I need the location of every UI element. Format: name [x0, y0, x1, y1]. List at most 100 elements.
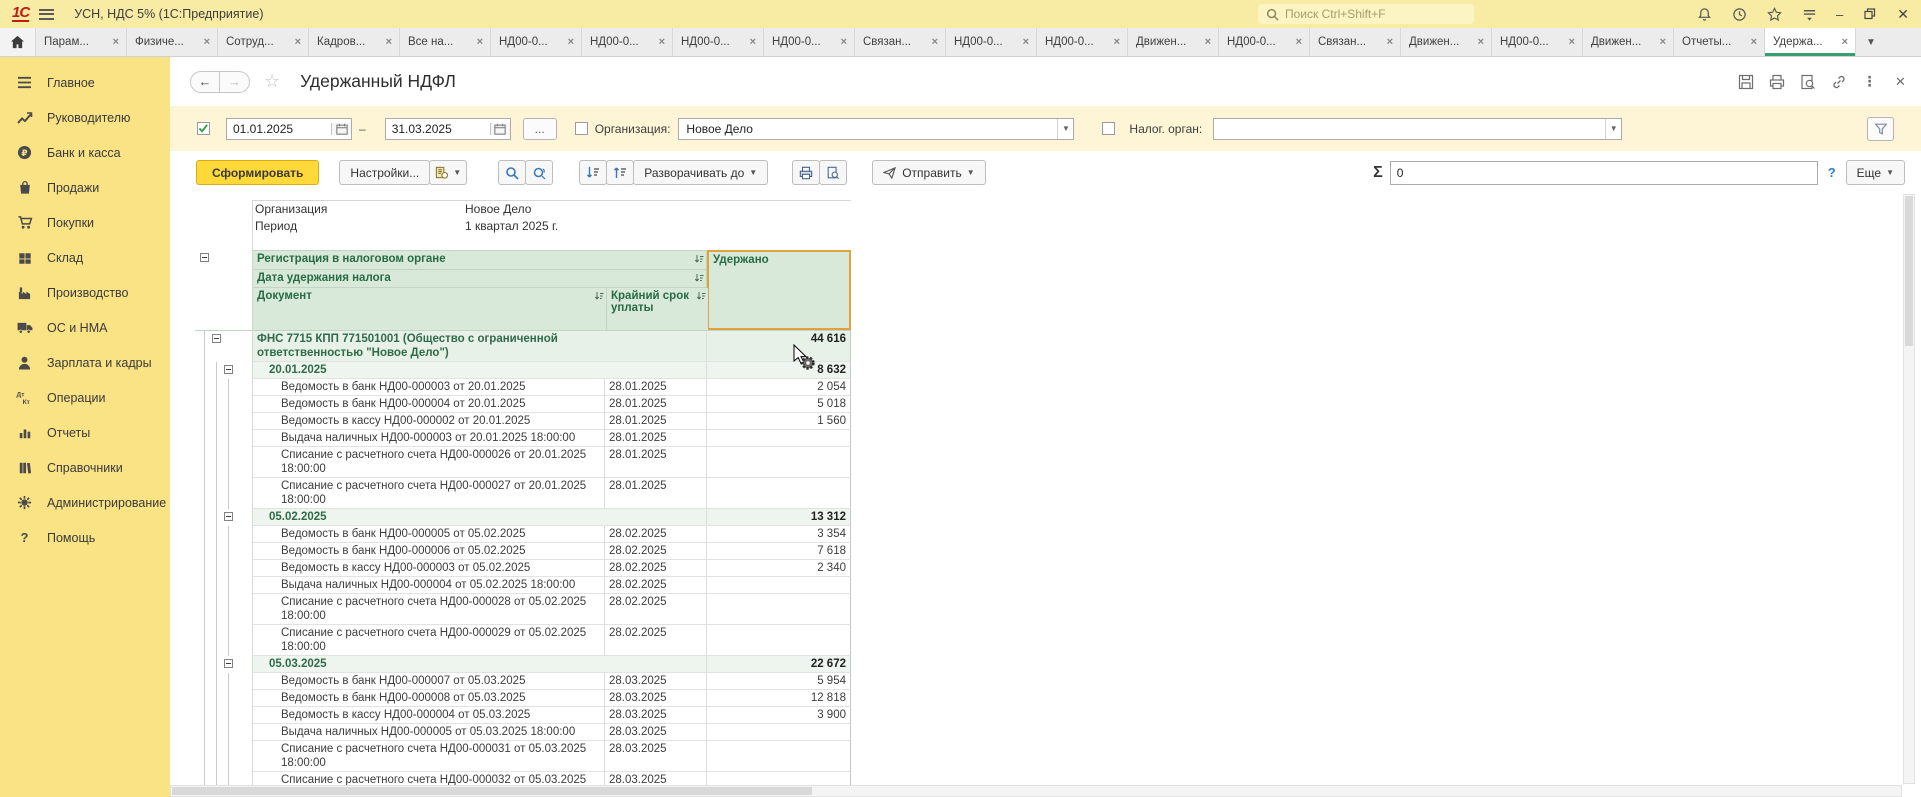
group-expander[interactable] — [224, 659, 233, 668]
restore-button[interactable] — [1862, 6, 1878, 22]
withheld-amount-cell[interactable]: 5 018 — [707, 396, 851, 413]
service-menu-icon[interactable] — [1801, 6, 1817, 22]
withheld-amount-cell[interactable]: 7 618 — [707, 543, 851, 560]
report-document-row[interactable]: Списание с расчетного счета НД00-000028 … — [195, 594, 851, 625]
tab-close-icon[interactable]: × — [384, 36, 394, 48]
tax-authority-combo[interactable]: ▼ — [1213, 118, 1622, 140]
withheld-amount-cell[interactable] — [707, 625, 851, 656]
main-menu-icon[interactable] — [39, 9, 54, 20]
tab-close-icon[interactable]: × — [293, 36, 303, 48]
autosum-input[interactable] — [1390, 161, 1818, 185]
document-cell[interactable]: Списание с расчетного счета НД00-000029 … — [252, 625, 605, 656]
period-to-input[interactable] — [386, 122, 490, 136]
document-cell[interactable]: Выдача наличных НД00-000004 от 05.02.202… — [252, 577, 605, 594]
deadline-cell[interactable]: 28.02.2025 — [605, 625, 707, 656]
sidebar-item-ruble[interactable]: ₽Банк и касса — [0, 135, 170, 170]
tab-close-icon[interactable]: × — [202, 36, 212, 48]
withheld-amount-cell[interactable]: 5 954 — [707, 673, 851, 690]
window-tab[interactable]: Движен...× — [1401, 28, 1492, 56]
more-menu-kebab-icon[interactable]: ⋮ — [1861, 73, 1878, 90]
collapse-all-expander[interactable] — [200, 253, 209, 262]
period-variants-button[interactable]: ... — [523, 118, 557, 140]
window-tab[interactable]: Отчеты...× — [1674, 28, 1765, 56]
tab-close-icon[interactable]: × — [1476, 36, 1486, 48]
find-next-icon[interactable] — [525, 160, 553, 185]
report-date-group-row[interactable]: 20.01.20258 632 — [195, 362, 851, 379]
withheld-amount-cell[interactable]: 44 616 — [707, 331, 851, 362]
column-header-document[interactable]: Документ — [253, 288, 606, 330]
deadline-cell[interactable]: 28.01.2025 — [605, 379, 707, 396]
window-tab[interactable]: Кадров...× — [309, 28, 400, 56]
document-cell[interactable]: Списание с расчетного счета НД00-000031 … — [252, 741, 605, 772]
sidebar-item-bag[interactable]: Продажи — [0, 170, 170, 205]
notifications-bell-icon[interactable] — [1696, 6, 1712, 22]
vertical-scrollbar[interactable] — [1903, 194, 1915, 784]
sidebar-item-trend[interactable]: Руководителю — [0, 100, 170, 135]
withheld-amount-cell[interactable]: 2 054 — [707, 379, 851, 396]
sort-icon[interactable] — [694, 273, 704, 287]
sidebar-item-factory[interactable]: Производство — [0, 275, 170, 310]
report-date-group-row[interactable]: 05.03.202522 672 — [195, 656, 851, 673]
send-button[interactable]: Отправить▼ — [872, 160, 985, 185]
generate-report-button[interactable]: Сформировать — [196, 160, 319, 185]
column-header-withhold-date[interactable]: Дата удержания налога — [252, 269, 707, 287]
deadline-cell[interactable]: 28.01.2025 — [605, 447, 707, 478]
add-to-favorites-star-icon[interactable]: ☆ — [264, 71, 280, 92]
document-cell[interactable]: Ведомость в банк НД00-000007 от 05.03.20… — [252, 673, 605, 690]
tab-close-icon[interactable]: × — [1021, 36, 1031, 48]
document-cell[interactable]: Ведомость в кассу НД00-000003 от 05.02.2… — [252, 560, 605, 577]
report-document-row[interactable]: Ведомость в банк НД00-000008 от 05.03.20… — [195, 690, 851, 707]
report-document-row[interactable]: Ведомость в банк НД00-000007 от 05.03.20… — [195, 673, 851, 690]
sidebar-item-dtkt[interactable]: ДтКтОперации — [0, 380, 170, 415]
expand-groups-icon[interactable] — [579, 160, 607, 185]
withhold-date-cell[interactable]: 05.03.2025 — [252, 656, 707, 673]
sidebar-item-person[interactable]: Зарплата и кадры — [0, 345, 170, 380]
sort-icon[interactable] — [696, 291, 706, 305]
home-tab[interactable] — [0, 28, 36, 56]
report-date-group-row[interactable]: 05.02.202513 312 — [195, 509, 851, 526]
report-document-row[interactable]: Списание с расчетного счета НД00-000029 … — [195, 625, 851, 656]
document-cell[interactable]: Ведомость в банк НД00-000004 от 20.01.20… — [252, 396, 605, 413]
window-tab[interactable]: Удержа...× — [1765, 28, 1856, 56]
organization-checkbox[interactable] — [575, 122, 588, 135]
print-icon[interactable] — [1768, 73, 1785, 90]
window-tab[interactable]: Связан...× — [1310, 28, 1401, 56]
document-cell[interactable]: Ведомость в кассу НД00-000004 от 05.03.2… — [252, 707, 605, 724]
deadline-cell[interactable]: 28.01.2025 — [605, 396, 707, 413]
report-document-row[interactable]: Выдача наличных НД00-000005 от 05.03.202… — [195, 724, 851, 741]
tab-close-icon[interactable]: × — [1294, 36, 1304, 48]
help-icon[interactable]: ? — [1828, 165, 1836, 180]
report-variant-button[interactable]: ▼ — [429, 160, 467, 185]
tab-close-icon[interactable]: × — [475, 36, 485, 48]
report-document-row[interactable]: Ведомость в банк НД00-000004 от 20.01.20… — [195, 396, 851, 413]
print-preview-icon[interactable] — [819, 160, 847, 185]
withheld-amount-cell[interactable]: 13 312 — [707, 509, 851, 526]
sort-icon[interactable] — [594, 291, 604, 305]
vertical-scrollbar-thumb[interactable] — [1905, 196, 1913, 346]
deadline-cell[interactable]: 28.02.2025 — [605, 560, 707, 577]
horizontal-scrollbar-thumb[interactable] — [172, 787, 812, 795]
close-window-button[interactable]: ✕ — [1897, 7, 1909, 21]
window-tab[interactable]: НД00-0...× — [491, 28, 582, 56]
withheld-amount-cell[interactable] — [707, 594, 851, 625]
document-cell[interactable]: Списание с расчетного счета НД00-000026 … — [252, 447, 605, 478]
withheld-amount-cell[interactable] — [707, 724, 851, 741]
document-cell[interactable]: Ведомость в банк НД00-000006 от 05.02.20… — [252, 543, 605, 560]
document-cell[interactable]: Ведомость в банк НД00-000008 от 05.03.20… — [252, 690, 605, 707]
sidebar-item-warehouse[interactable]: Склад — [0, 240, 170, 275]
report-document-row[interactable]: Ведомость в кассу НД00-000002 от 20.01.2… — [195, 413, 851, 430]
report-document-row[interactable]: Списание с расчетного счета НД00-000026 … — [195, 447, 851, 478]
chevron-down-icon[interactable]: ▼ — [1605, 119, 1621, 139]
tab-close-icon[interactable]: × — [1203, 36, 1213, 48]
tab-close-icon[interactable]: × — [1385, 36, 1395, 48]
document-cell[interactable]: Ведомость в кассу НД00-000002 от 20.01.2… — [252, 413, 605, 430]
document-cell[interactable]: Ведомость в банк НД00-000003 от 20.01.20… — [252, 379, 605, 396]
find-icon[interactable] — [498, 160, 526, 185]
deadline-cell[interactable]: 28.03.2025 — [605, 741, 707, 772]
period-checkbox[interactable] — [197, 122, 210, 135]
tab-close-icon[interactable]: × — [657, 36, 667, 48]
sidebar-item-cart[interactable]: Покупки — [0, 205, 170, 240]
tab-close-icon[interactable]: × — [748, 36, 758, 48]
get-link-icon[interactable] — [1830, 73, 1847, 90]
window-tab[interactable]: Связан...× — [855, 28, 946, 56]
